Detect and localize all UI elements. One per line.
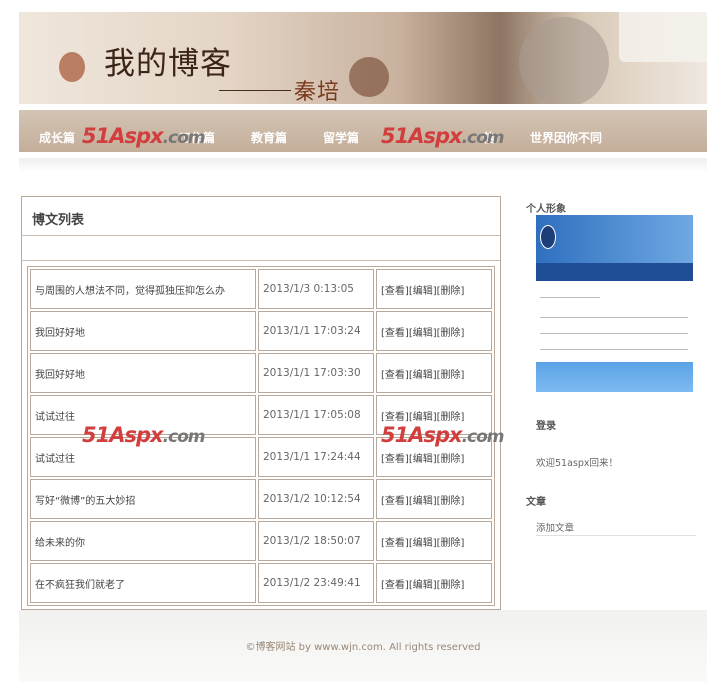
edit-link[interactable]: [编辑] [409, 370, 437, 381]
edit-link[interactable]: [编辑] [409, 496, 437, 507]
view-link[interactable]: [查看] [381, 412, 409, 423]
article-heading: 文章 [526, 497, 546, 508]
post-actions: [查看][编辑][删除] [376, 311, 492, 351]
blog-title: 我的博客 [104, 46, 232, 82]
post-actions: [查看][编辑][删除] [376, 353, 492, 393]
delete-link[interactable]: [删除] [437, 412, 465, 423]
post-actions: [查看][编辑][删除] [376, 521, 492, 561]
profile-image-row [540, 305, 688, 318]
school-logo-icon [540, 225, 556, 249]
view-link[interactable]: [查看] [381, 454, 409, 465]
post-list-panel: 博文列表 与周围的人想法不同，觉得孤独压抑怎么办 2013/1/3 0:13:05… [21, 196, 501, 610]
blog-author: 秦培 [294, 80, 341, 104]
nav-item-world[interactable]: 世界因你不同 [530, 129, 602, 146]
post-date: 2013/1/1 17:03:24 [258, 311, 374, 351]
delete-link[interactable]: [删除] [437, 328, 465, 339]
delete-link[interactable]: [删除] [437, 496, 465, 507]
nav-shadow [19, 158, 707, 172]
nav-item-growth[interactable]: 成长篇 [39, 129, 75, 146]
post-title[interactable]: 在不疯狂我们就老了 [30, 563, 256, 603]
nav-item-study-abroad[interactable]: 留学篇 [323, 129, 359, 146]
post-date: 2013/1/2 18:50:07 [258, 521, 374, 561]
table-row: 给未来的你 2013/1/2 18:50:07 [查看][编辑][删除] [30, 521, 492, 561]
edit-link[interactable]: [编辑] [409, 454, 437, 465]
table-row: 写好“微博”的五大妙招 2013/1/2 10:12:54 [查看][编辑][删除] [30, 479, 492, 519]
post-list-subbar [22, 236, 500, 261]
post-date: 2013/1/1 17:03:30 [258, 353, 374, 393]
delete-link[interactable]: [删除] [437, 454, 465, 465]
watermark-logo: 51Aspx.com [82, 423, 205, 447]
view-link[interactable]: [查看] [381, 538, 409, 549]
post-title[interactable]: 写好“微博”的五大妙招 [30, 479, 256, 519]
edit-link[interactable]: [编辑] [409, 328, 437, 339]
edit-link[interactable]: [编辑] [409, 412, 437, 423]
post-actions: [查看][编辑][删除] [376, 269, 492, 309]
profile-image-footer [536, 362, 693, 392]
edit-link[interactable]: [编辑] [409, 580, 437, 591]
footer: ©博客网站 by www.wjn.com. All rights reserve… [19, 610, 707, 682]
profile-image-row [540, 337, 688, 350]
post-date: 2013/1/1 17:24:44 [258, 437, 374, 477]
table-row: 我回好好地 2013/1/1 17:03:24 [查看][编辑][删除] [30, 311, 492, 351]
delete-link[interactable]: [删除] [437, 580, 465, 591]
edit-link[interactable]: [编辑] [409, 538, 437, 549]
copyright-text: ©博客网站 by www.wjn.com. All rights reserve… [245, 642, 481, 653]
post-date: 2013/1/3 0:13:05 [258, 269, 374, 309]
keyboard-decoration [619, 12, 707, 62]
delete-link[interactable]: [删除] [437, 538, 465, 549]
post-date: 2013/1/2 23:49:41 [258, 563, 374, 603]
watermark-logo: 51Aspx.com [82, 124, 205, 148]
welcome-text: 欢迎51aspx回来！ [536, 458, 619, 469]
watermark-logo: 51Aspx.com [381, 423, 504, 447]
profile-image [536, 215, 693, 408]
post-actions: [查看][编辑][删除] [376, 479, 492, 519]
edit-link[interactable]: [编辑] [409, 286, 437, 297]
view-link[interactable]: [查看] [381, 328, 409, 339]
table-row: 与周围的人想法不同，觉得孤独压抑怎么办 2013/1/3 0:13:05 [查看][… [30, 269, 492, 309]
profile-image-row [540, 321, 688, 334]
header-banner: 我的博客 秦培 [19, 12, 707, 104]
nav-item-education[interactable]: 教育篇 [251, 129, 287, 146]
sidebar-divider [536, 535, 696, 536]
login-heading: 登录 [536, 421, 556, 432]
post-list-heading: 博文列表 [32, 213, 85, 228]
view-link[interactable]: [查看] [381, 286, 409, 297]
leaf-decoration [59, 52, 85, 82]
table-row: 我回好好地 2013/1/1 17:03:30 [查看][编辑][删除] [30, 353, 492, 393]
post-title[interactable]: 我回好好地 [30, 311, 256, 351]
add-article-link[interactable]: 添加文章 [536, 520, 574, 534]
post-date: 2013/1/1 17:05:08 [258, 395, 374, 435]
watermark-logo: 51Aspx.com [381, 124, 504, 148]
title-underline [219, 90, 291, 91]
delete-link[interactable]: [删除] [437, 286, 465, 297]
profile-image-banner [536, 215, 693, 281]
post-title[interactable]: 与周围的人想法不同，觉得孤独压抑怎么办 [30, 269, 256, 309]
post-date: 2013/1/2 10:12:54 [258, 479, 374, 519]
post-list-header: 博文列表 [22, 197, 500, 236]
profile-image-strip [536, 263, 693, 281]
coffee-cup-decoration [519, 17, 609, 104]
table-row: 在不疯狂我们就老了 2013/1/2 23:49:41 [查看][编辑][删除] [30, 563, 492, 603]
view-link[interactable]: [查看] [381, 496, 409, 507]
post-title[interactable]: 给未来的你 [30, 521, 256, 561]
post-actions: [查看][编辑][删除] [376, 563, 492, 603]
view-link[interactable]: [查看] [381, 580, 409, 591]
view-link[interactable]: [查看] [381, 370, 409, 381]
profile-image-row [540, 285, 600, 298]
flower-decoration [349, 57, 389, 97]
delete-link[interactable]: [删除] [437, 370, 465, 381]
post-title[interactable]: 我回好好地 [30, 353, 256, 393]
profile-heading: 个人形象 [526, 204, 566, 215]
